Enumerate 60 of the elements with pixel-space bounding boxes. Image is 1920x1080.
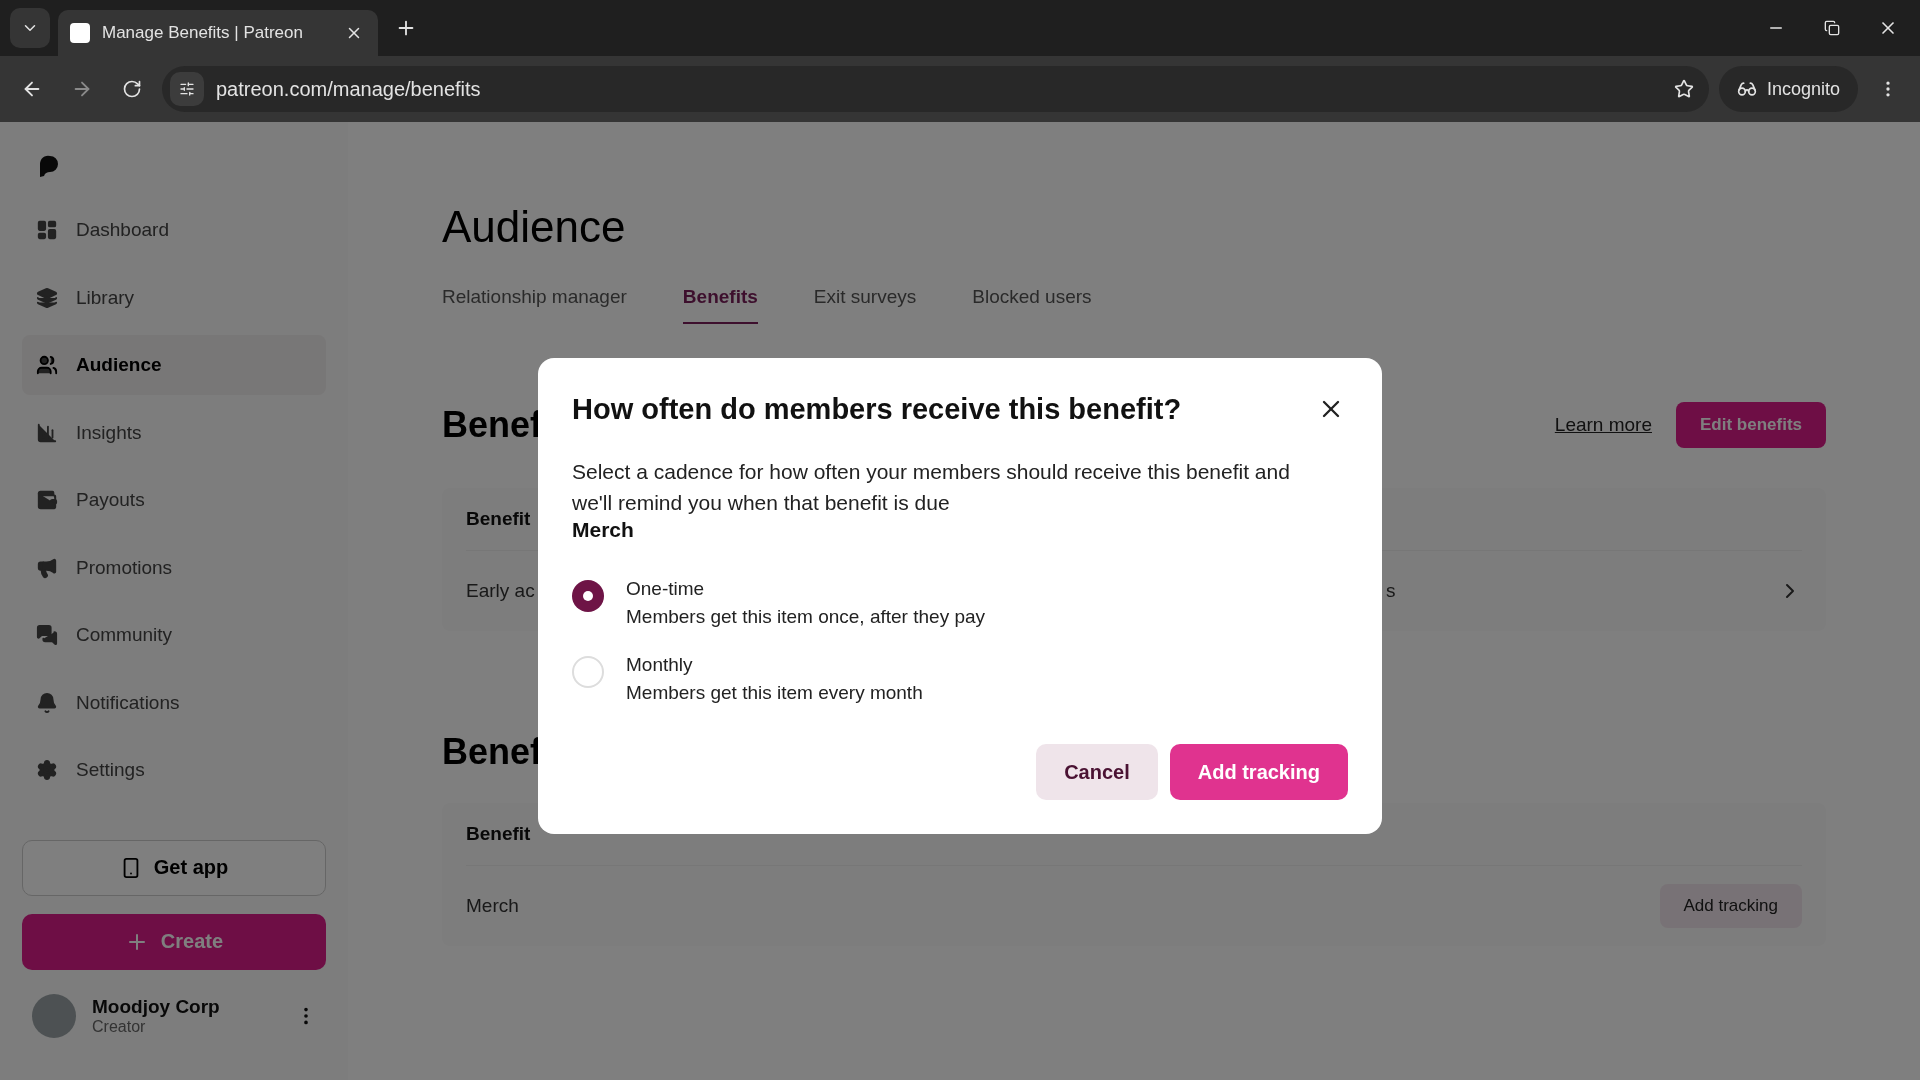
reload-icon[interactable] (122, 79, 142, 99)
sidebar-item[interactable]: Library (22, 267, 326, 328)
sidebar-item[interactable]: Dashboard (22, 200, 326, 260)
sidebar-item[interactable]: Insights (22, 402, 326, 463)
sidebar-item[interactable]: Promotions (22, 537, 326, 598)
learn-more-link[interactable]: Learn more (1554, 414, 1652, 436)
dashboard-icon (36, 219, 58, 241)
sliders-icon (179, 81, 195, 97)
sidebar-item[interactable]: Community (22, 605, 326, 665)
chat-bubbles-icon (36, 624, 58, 646)
cancel-button[interactable]: Cancel (1036, 744, 1158, 800)
incognito-icon (1736, 79, 1757, 99)
column-header: Benefit (466, 508, 531, 530)
people-icon (36, 354, 58, 376)
section-heading: Benef (442, 404, 543, 446)
table-cell: s (1386, 580, 1396, 602)
page-title: Audience (442, 202, 627, 252)
sidebar-item[interactable]: Notifications (22, 672, 326, 733)
wallet-icon (36, 489, 58, 511)
browser-tab[interactable]: Manage Benefits | Patreon (58, 10, 378, 56)
create-button[interactable]: Create (22, 913, 326, 970)
dialog-description: Select a cadence for how often your members should receive this benefit and we'll remind you when that benefit is due (572, 459, 1291, 516)
option-description: Members get this item once, after they pay (626, 606, 986, 628)
favicon-icon (70, 23, 90, 43)
option-label: Monthly (626, 654, 694, 676)
sidebar-item[interactable]: Payouts (22, 470, 326, 530)
avatar (32, 993, 76, 1038)
page-tab[interactable]: Exit surveys (813, 286, 917, 324)
edit-benefits-button[interactable]: Edit benefits (1676, 402, 1826, 448)
sidebar-item[interactable]: Settings (22, 740, 326, 800)
sidebar-item[interactable]: Audience (22, 335, 326, 395)
option-description: Members get this item every month (626, 682, 923, 704)
table-cell: Merch (466, 895, 519, 917)
site-settings-icon[interactable] (170, 72, 204, 106)
bar-chart-icon (36, 421, 58, 444)
bell-icon (36, 691, 58, 714)
page-tab[interactable]: Relationship manager (442, 286, 627, 324)
user-role: Creator (92, 1017, 147, 1036)
section-heading: Benef (442, 731, 543, 773)
table-cell: Early ac (466, 580, 535, 601)
radio-button[interactable] (572, 580, 604, 612)
tab-title: Manage Benefits | Patreon (102, 23, 304, 43)
benefit-name: Merch (572, 518, 635, 542)
get-app-button[interactable]: Get app (22, 839, 326, 896)
restore-icon[interactable] (1824, 20, 1840, 36)
stack-icon (36, 286, 58, 309)
radio-button[interactable] (572, 656, 604, 688)
page-tab[interactable]: Blocked users (972, 286, 1092, 324)
incognito-indicator[interactable]: Incognito (1718, 66, 1858, 112)
dialog-title: How often do members receive this benefit? (572, 392, 1182, 426)
add-tracking-button[interactable]: Add tracking (1659, 884, 1802, 928)
star-icon[interactable] (1673, 79, 1694, 99)
address-bar[interactable]: patreon.com/manage/benefits (162, 66, 1709, 112)
settings-icon (36, 759, 58, 781)
option-label: One-time (626, 578, 706, 600)
user-name: Moodjoy Corp (92, 995, 221, 1018)
column-header: Benefit (466, 823, 531, 845)
add-tracking-button[interactable]: Add tracking (1169, 744, 1348, 800)
megaphone-icon (36, 556, 58, 579)
page-tab[interactable]: Benefits (682, 286, 758, 324)
